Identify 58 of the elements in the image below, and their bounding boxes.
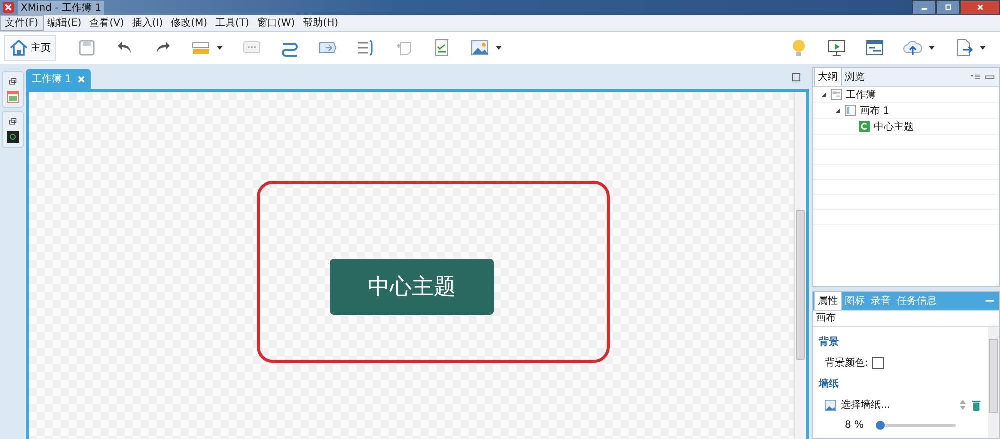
color-swatch[interactable]	[872, 357, 884, 369]
trash-icon[interactable]	[971, 400, 982, 410]
dropdown-caret-icon[interactable]	[980, 46, 986, 50]
maximize-icon[interactable]	[792, 72, 801, 82]
minimize-button[interactable]	[912, 0, 936, 15]
workbook-icon	[831, 89, 842, 100]
palette-icon[interactable]	[6, 91, 18, 103]
scroll-bar[interactable]	[988, 327, 999, 438]
dropdown-caret-icon[interactable]	[929, 46, 935, 50]
menu-item[interactable]: 工具(T)	[212, 16, 254, 30]
menu-item[interactable]: 文件(F)	[0, 15, 44, 31]
dropdown-caret-icon[interactable]	[217, 46, 223, 50]
menu-item[interactable]: 帮助(H)	[299, 16, 342, 30]
field-label: 背景颜色:	[825, 356, 868, 370]
restore-icon[interactable]	[8, 118, 16, 126]
close-button[interactable]	[960, 0, 1000, 15]
opacity-slider[interactable]	[876, 424, 956, 426]
dropdown-caret-icon[interactable]	[496, 46, 502, 50]
section-heading: 墙纸	[819, 378, 840, 391]
scroll-bar[interactable]	[794, 92, 806, 439]
image-icon	[825, 400, 836, 410]
panel-tab[interactable]: 属性	[814, 291, 842, 310]
menu-item[interactable]: 查看(V)	[86, 16, 128, 30]
menu-item[interactable]: 编辑(E)	[44, 16, 86, 30]
tree-item[interactable]: 画布 1	[860, 104, 890, 118]
sheet-icon	[845, 105, 856, 116]
close-icon	[976, 3, 984, 12]
wallpaper-selector[interactable]: 选择墙纸...	[841, 398, 955, 412]
section-heading: 背景	[819, 336, 840, 349]
menu-item[interactable]: 插入(I)	[128, 16, 168, 30]
presentation-icon[interactable]	[827, 38, 847, 58]
restore-icon[interactable]	[8, 78, 16, 86]
minimize-icon[interactable]	[985, 74, 995, 80]
properties-title: 画布	[813, 311, 999, 327]
tree-item[interactable]: 工作簿	[846, 88, 876, 102]
console-icon[interactable]	[6, 131, 18, 143]
window-title: XMind - 工作簿 1	[18, 0, 104, 14]
panel-tab[interactable]: 浏览	[842, 68, 868, 86]
panel-icon[interactable]	[865, 38, 885, 58]
close-icon[interactable]	[78, 76, 85, 82]
expand-toggle-icon[interactable]	[835, 108, 841, 114]
panel-tab[interactable]: 大纲	[814, 67, 842, 86]
image-icon[interactable]	[470, 38, 490, 58]
cloud-upload-icon[interactable]	[903, 38, 923, 58]
home-button[interactable]: 主页	[4, 35, 56, 61]
app-logo-icon	[3, 2, 14, 13]
tree-item[interactable]: 中心主题	[874, 120, 914, 134]
menu-item[interactable]: 修改(M)	[167, 16, 212, 30]
topic-node-icon	[859, 121, 870, 132]
expand-toggle-icon[interactable]	[821, 92, 827, 98]
maximize-button[interactable]	[936, 0, 960, 15]
house-icon	[9, 38, 29, 58]
view-menu-icon[interactable]	[971, 74, 981, 80]
maximize-icon	[944, 3, 952, 12]
menu-item[interactable]: 窗口(W)	[253, 16, 300, 30]
central-topic[interactable]: 中心主题	[330, 259, 494, 315]
summary-icon[interactable]	[356, 38, 376, 58]
opacity-reading: 8 %	[845, 420, 864, 430]
